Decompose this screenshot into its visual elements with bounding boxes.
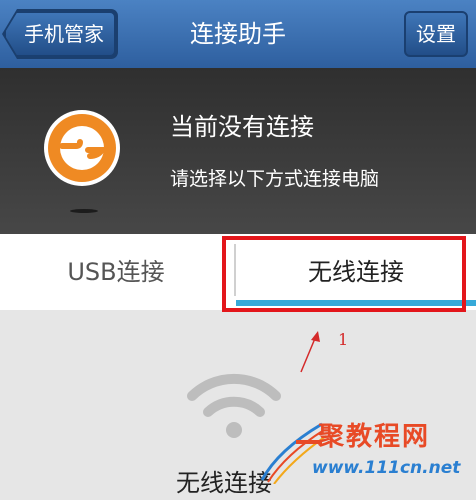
connection-logo-icon: [44, 110, 120, 186]
watermark-url: www.111cn.net: [312, 458, 461, 478]
annotation-number: 1: [338, 330, 349, 349]
watermark-site-name: 聚教程网: [318, 422, 431, 452]
connection-instruction: 请选择以下方式连接电脑: [170, 168, 380, 190]
annotation-arrow-icon: [300, 331, 320, 373]
tab-usb-connection[interactable]: USB连接: [0, 234, 232, 310]
logo-shadow: [70, 209, 98, 213]
annotation-highlight-box: [222, 236, 466, 312]
settings-button[interactable]: 设置: [404, 11, 468, 57]
connection-status-title: 当前没有连接: [170, 113, 314, 141]
